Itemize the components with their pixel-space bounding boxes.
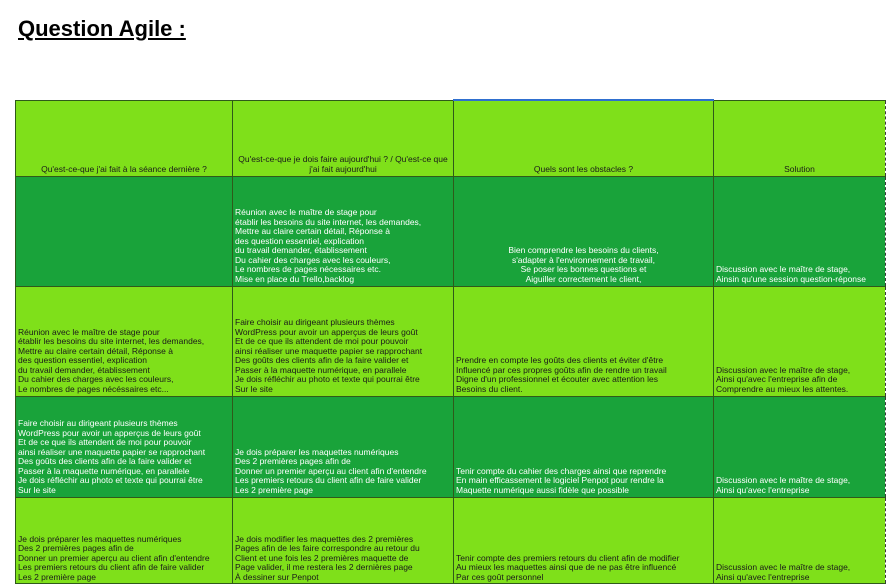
table-cell: Discussion avec le maître de stage, Ains…: [713, 496, 886, 584]
table-cell: Discussion avec le maître de stage, Ains…: [713, 395, 886, 498]
table-cell: Je dois préparer les maquettes numérique…: [15, 496, 233, 584]
table-row: Faire choisir au dirigeant plusieurs thè…: [15, 395, 886, 498]
agile-table: Qu'est-ce-que j'ai fait à la séance dern…: [15, 99, 886, 584]
table-cell: Bien comprendre les besoins du clients, …: [453, 175, 714, 287]
table-cell: [15, 175, 233, 287]
header-cell-today: Qu'est-ce-que je dois faire aujourd'hui …: [232, 99, 454, 177]
header-cell-last-session: Qu'est-ce-que j'ai fait à la séance dern…: [15, 99, 233, 177]
table-cell: Je dois modifier les maquettes des 2 pre…: [232, 496, 454, 584]
header-cell-solution: Solution: [713, 99, 886, 177]
table-cell: Tenir compte du cahier des charges ainsi…: [453, 395, 714, 498]
table-cell: Prendre en compte les goûts des clients …: [453, 285, 714, 397]
header-row: Qu'est-ce-que j'ai fait à la séance dern…: [15, 99, 886, 177]
table-cell: Faire choisir au dirigeant plusieurs thè…: [232, 285, 454, 397]
table-row: Réunion avec le maître de stage pour éta…: [15, 285, 886, 397]
table-cell: Je dois préparer les maquettes numérique…: [232, 395, 454, 498]
page-title: Question Agile :: [18, 16, 186, 41]
table-row: Réunion avec le maître de stage pour éta…: [15, 175, 886, 287]
table-cell: Discussion avec le maître de stage, Ains…: [713, 285, 886, 397]
table-cell: Réunion avec le maître de stage pour éta…: [232, 175, 454, 287]
table-cell: Faire choisir au dirigeant plusieurs thè…: [15, 395, 233, 498]
table-cell: Tenir compte des premiers retours du cli…: [453, 496, 714, 584]
header-cell-obstacles[interactable]: Quels sont les obstacles ?: [453, 99, 714, 177]
table-row: Je dois préparer les maquettes numérique…: [15, 496, 886, 584]
table-cell: Réunion avec le maître de stage pour éta…: [15, 285, 233, 397]
table-cell: Discussion avec le maître de stage, Ains…: [713, 175, 886, 287]
